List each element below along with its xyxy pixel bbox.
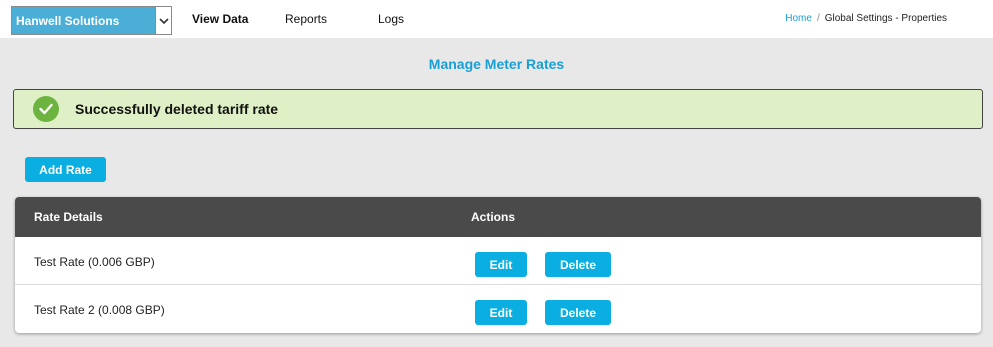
rate-name: Test Rate 2 (0.008 GBP) (34, 303, 165, 317)
edit-button[interactable]: Edit (475, 252, 527, 277)
breadcrumb-current: Global Settings - Properties (824, 13, 947, 24)
alert-message: Successfully deleted tariff rate (75, 101, 279, 117)
column-header-actions: Actions (471, 210, 516, 224)
top-bar: Hanwell Solutions View Data Reports Logs… (0, 0, 993, 38)
delete-button[interactable]: Delete (545, 300, 611, 325)
breadcrumb-separator: / (816, 13, 820, 24)
column-header-rate-details: Rate Details (34, 210, 103, 224)
table-header: Rate Details Actions (15, 197, 981, 237)
chevron-down-icon[interactable] (155, 7, 171, 34)
edit-button[interactable]: Edit (475, 300, 527, 325)
add-rate-button[interactable]: Add Rate (25, 157, 106, 182)
success-alert: Successfully deleted tariff rate (13, 89, 983, 129)
breadcrumb: Home / Global Settings - Properties (785, 13, 947, 24)
company-select[interactable]: Hanwell Solutions (11, 6, 172, 35)
page-title: Manage Meter Rates (428, 56, 565, 72)
table-row: Test Rate 2 (0.008 GBP) Edit Delete (15, 285, 981, 333)
delete-button[interactable]: Delete (545, 252, 611, 277)
check-circle-icon (33, 96, 59, 122)
nav-view-data[interactable]: View Data (192, 12, 248, 26)
rates-table: Rate Details Actions Test Rate (0.006 GB… (15, 197, 981, 333)
nav-logs[interactable]: Logs (378, 12, 404, 26)
company-select-label: Hanwell Solutions (16, 13, 120, 28)
nav-reports[interactable]: Reports (285, 12, 327, 26)
rate-name: Test Rate (0.006 GBP) (34, 255, 155, 269)
table-row: Test Rate (0.006 GBP) Edit Delete (15, 237, 981, 285)
breadcrumb-home-link[interactable]: Home (785, 13, 812, 24)
